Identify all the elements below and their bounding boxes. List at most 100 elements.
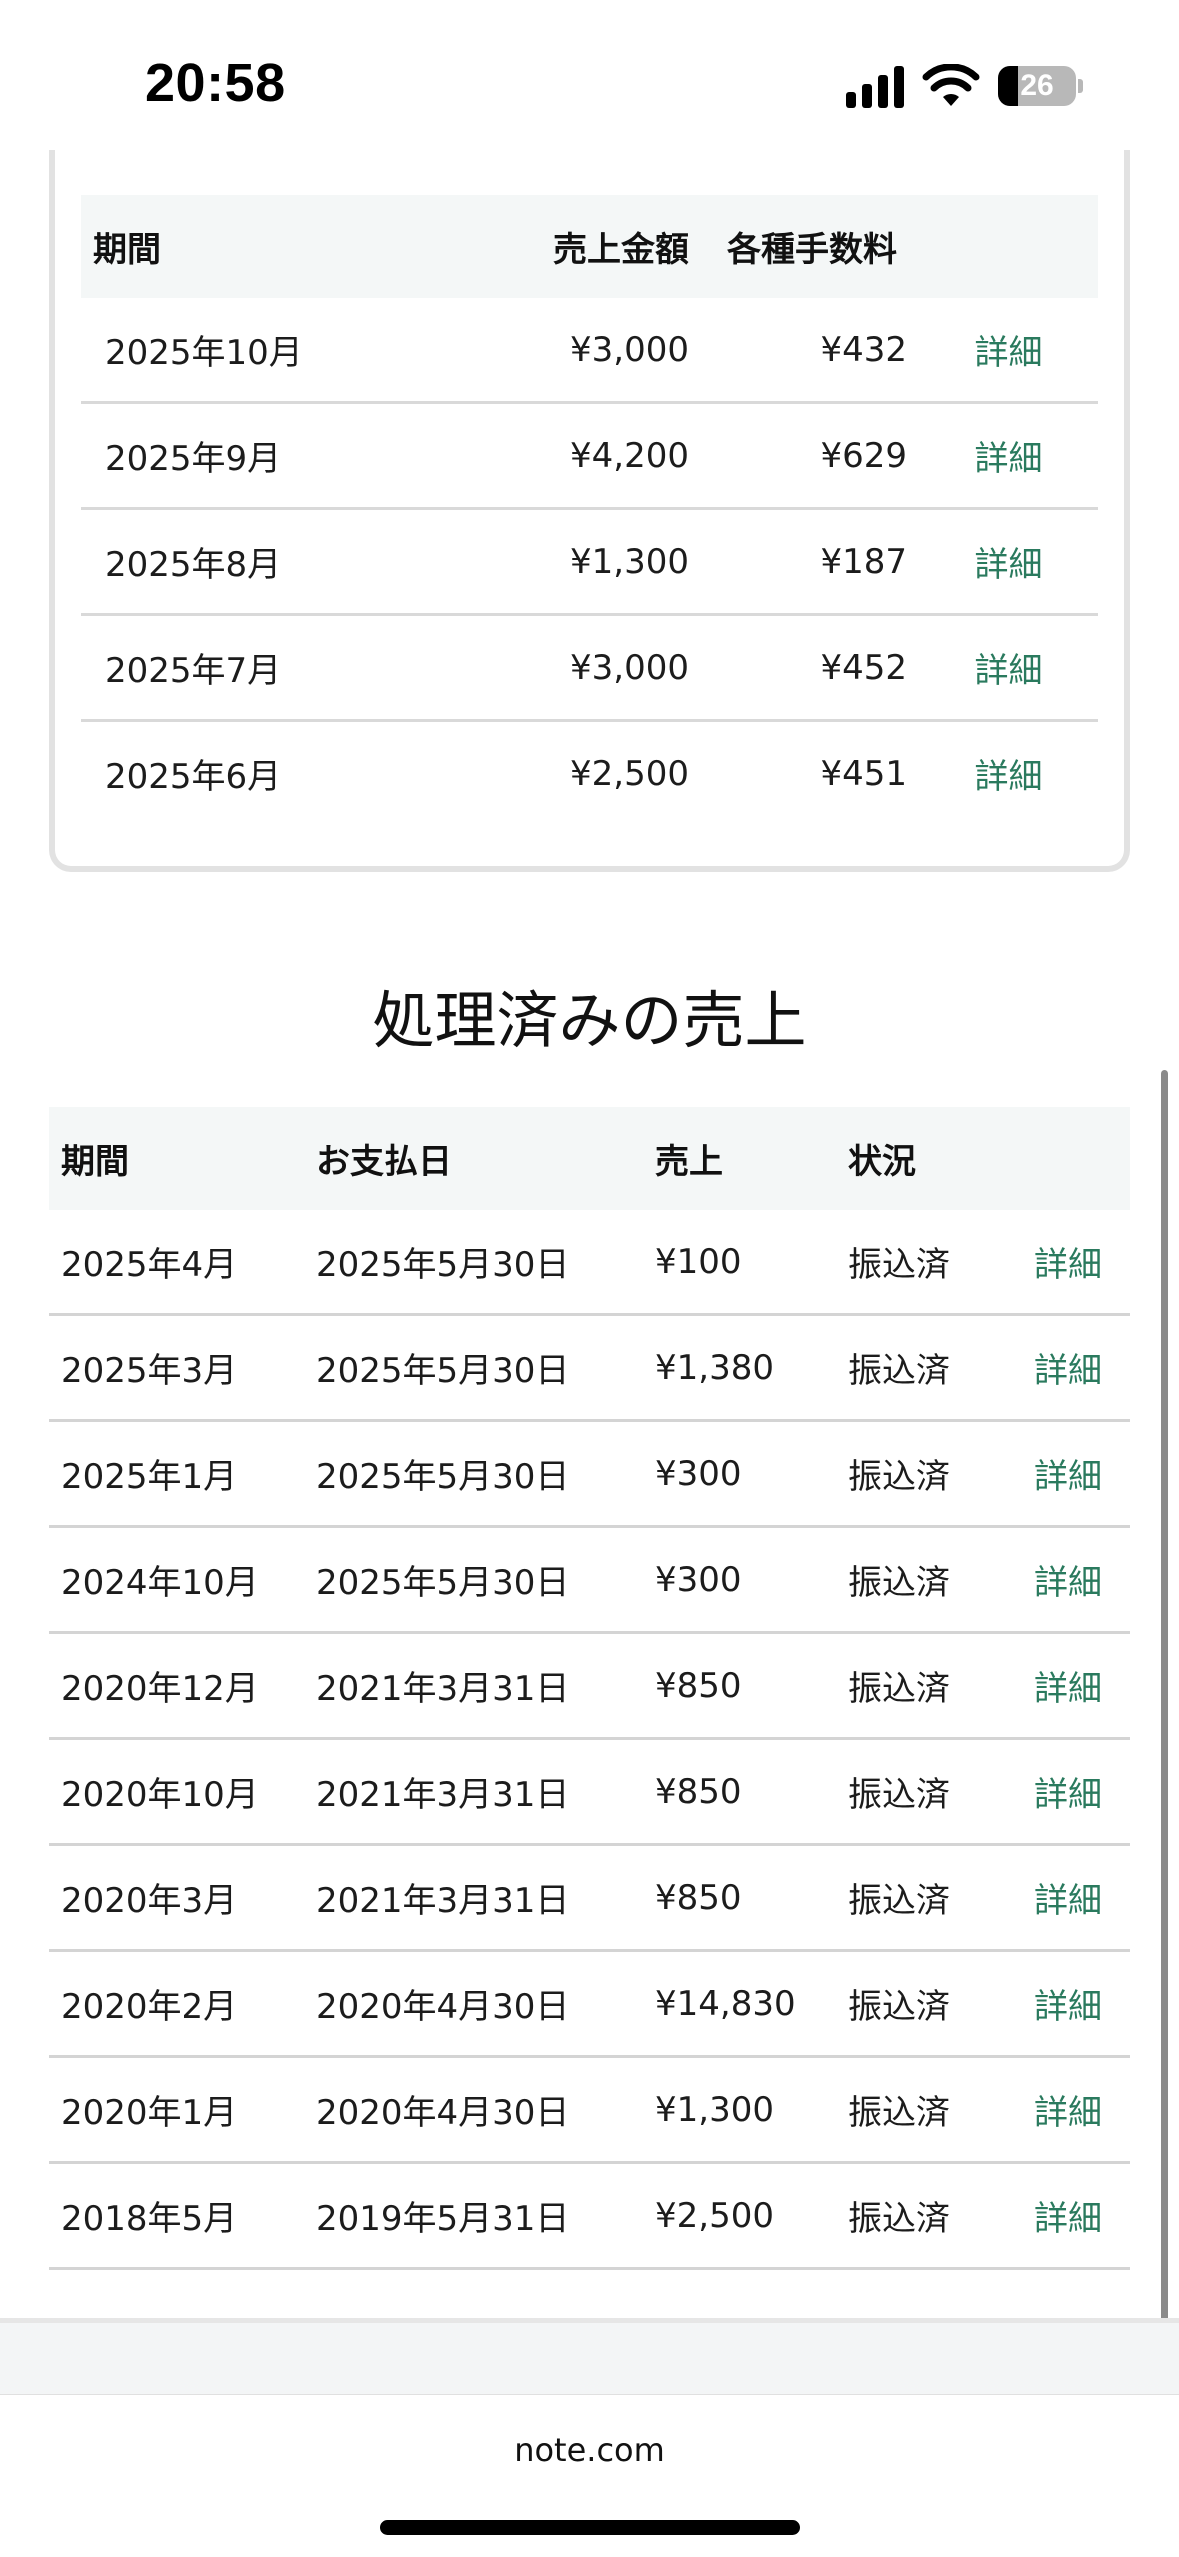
page-scrollbar[interactable] <box>1161 1070 1168 2360</box>
header-fees: 各種手数料 <box>701 195 919 298</box>
row-pay-date: 2020年4月30日 <box>316 1950 655 2058</box>
cellular-signal-icon <box>846 66 906 108</box>
row-amount: ¥4,200 <box>491 402 701 510</box>
row-sales: ¥850 <box>655 1738 848 1846</box>
battery-icon: 26 <box>998 66 1076 106</box>
detail-link[interactable]: 詳細 <box>1034 1987 1102 2027</box>
row-status: 振込済 <box>848 1844 1006 1952</box>
row-sales: ¥1,380 <box>655 1314 848 1422</box>
detail-link[interactable]: 詳細 <box>975 651 1043 691</box>
row-status: 振込済 <box>848 1210 1006 1316</box>
table-row: 2025年6月 ¥2,500 ¥451 詳細 <box>81 721 1098 826</box>
detail-link[interactable]: 詳細 <box>1034 1775 1102 1815</box>
row-status: 振込済 <box>848 1314 1006 1422</box>
detail-link[interactable]: 詳細 <box>1034 2199 1102 2239</box>
detail-link[interactable]: 詳細 <box>975 333 1043 373</box>
address-bar[interactable]: note.com <box>0 2431 1179 2469</box>
row-period: 2025年7月 <box>81 614 491 722</box>
table-row: 2024年10月 2025年5月30日 ¥300 振込済 詳細 <box>49 1526 1130 1634</box>
row-period: 2020年2月 <box>49 1950 316 2058</box>
row-period: 2018年5月 <box>49 2162 316 2270</box>
row-period: 2025年8月 <box>81 508 491 616</box>
header-amount: 売上金額 <box>491 195 701 298</box>
table-row: 2025年10月 ¥3,000 ¥432 詳細 <box>81 298 1098 404</box>
wifi-icon <box>922 64 980 106</box>
table-row: 2020年12月 2021年3月31日 ¥850 振込済 詳細 <box>49 1632 1130 1740</box>
row-pay-date: 2021年3月31日 <box>316 1738 655 1846</box>
row-sales: ¥850 <box>655 1844 848 1952</box>
detail-link[interactable]: 詳細 <box>975 757 1043 797</box>
row-pay-date: 2019年5月31日 <box>316 2162 655 2270</box>
table-row: 2020年2月 2020年4月30日 ¥14,830 振込済 詳細 <box>49 1950 1130 2058</box>
table-row: 2025年8月 ¥1,300 ¥187 詳細 <box>81 508 1098 616</box>
table-row: 2020年10月 2021年3月31日 ¥850 振込済 詳細 <box>49 1738 1130 1846</box>
row-period: 2020年10月 <box>49 1738 316 1846</box>
row-period: 2020年1月 <box>49 2056 316 2164</box>
row-status: 振込済 <box>848 1632 1006 1740</box>
row-sales: ¥1,300 <box>655 2056 848 2164</box>
battery-cap <box>1078 79 1083 93</box>
row-pay-date: 2020年4月30日 <box>316 2056 655 2164</box>
row-period: 2025年6月 <box>105 757 282 797</box>
detail-link[interactable]: 詳細 <box>1034 1457 1102 1497</box>
row-period: 2025年1月 <box>49 1420 316 1528</box>
row-status: 振込済 <box>848 2056 1006 2164</box>
row-period: 2025年3月 <box>49 1314 316 1422</box>
row-pay-date: 2025年5月30日 <box>316 1210 655 1316</box>
detail-link[interactable]: 詳細 <box>975 545 1043 585</box>
detail-link[interactable]: 詳細 <box>1034 2093 1102 2133</box>
browser-bottom-bar: note.com <box>0 2394 1179 2557</box>
detail-link[interactable]: 詳細 <box>1034 1881 1102 1921</box>
row-period: 2020年12月 <box>49 1632 316 1740</box>
row-status: 振込済 <box>848 1526 1006 1634</box>
header-period: 期間 <box>49 1107 316 1210</box>
row-sales: ¥300 <box>655 1526 848 1634</box>
table-row: 2025年3月 2025年5月30日 ¥1,380 振込済 詳細 <box>49 1314 1130 1422</box>
row-status: 振込済 <box>848 1950 1006 2058</box>
row-amount: ¥3,000 <box>491 298 701 404</box>
row-sales: ¥300 <box>655 1420 848 1528</box>
row-sales: ¥2,500 <box>655 2162 848 2270</box>
footer-band <box>0 2318 1179 2399</box>
row-sales: ¥14,830 <box>655 1950 848 2058</box>
row-period: 2025年9月 <box>81 402 491 510</box>
table-row: 2025年4月 2025年5月30日 ¥100 振込済 詳細 <box>49 1210 1130 1316</box>
battery-level: 26 <box>1020 69 1054 102</box>
row-period: 2025年10月 <box>81 298 491 404</box>
row-pay-date: 2025年5月30日 <box>316 1526 655 1634</box>
row-period: 2025年4月 <box>49 1210 316 1316</box>
table-row: 2025年9月 ¥4,200 ¥629 詳細 <box>81 402 1098 510</box>
detail-link[interactable]: 詳細 <box>1034 1669 1102 1709</box>
row-amount: ¥3,000 <box>491 614 701 722</box>
row-status: 振込済 <box>848 2162 1006 2270</box>
header-sales: 売上 <box>655 1107 848 1210</box>
detail-link[interactable]: 詳細 <box>1034 1245 1102 1285</box>
detail-link[interactable]: 詳細 <box>1034 1351 1102 1391</box>
table-row: 2018年5月 2019年5月31日 ¥2,500 振込済 詳細 <box>49 2162 1130 2270</box>
detail-link[interactable]: 詳細 <box>1034 1563 1102 1603</box>
row-pay-date: 2025年5月30日 <box>316 1420 655 1528</box>
status-time: 20:58 <box>145 53 286 113</box>
processed-sales-title: 処理済みの売上 <box>372 984 807 1057</box>
row-fees: ¥451 <box>820 753 907 794</box>
table-row: 2020年1月 2020年4月30日 ¥1,300 振込済 詳細 <box>49 2056 1130 2164</box>
row-pay-date: 2021年3月31日 <box>316 1844 655 1952</box>
header-period: 期間 <box>81 195 491 298</box>
table-header-row: 期間 お支払日 売上 状況 <box>49 1107 1130 1210</box>
detail-link[interactable]: 詳細 <box>975 439 1043 479</box>
row-fees: ¥629 <box>701 402 919 510</box>
table-header-row: 期間 売上金額 各種手数料 <box>81 195 1098 298</box>
row-pay-date: 2021年3月31日 <box>316 1632 655 1740</box>
row-sales: ¥850 <box>655 1632 848 1740</box>
home-indicator[interactable] <box>380 2520 800 2535</box>
header-detail <box>1006 1107 1130 1210</box>
row-sales: ¥100 <box>655 1210 848 1316</box>
table-row: 2025年1月 2025年5月30日 ¥300 振込済 詳細 <box>49 1420 1130 1528</box>
row-status: 振込済 <box>848 1420 1006 1528</box>
pending-sales-table: 期間 売上金額 各種手数料 2025年10月 ¥3,000 ¥432 詳細 20… <box>81 195 1098 825</box>
row-fees: ¥187 <box>701 508 919 616</box>
row-period: 2020年3月 <box>49 1844 316 1952</box>
header-detail <box>919 195 1098 298</box>
row-amount: ¥1,300 <box>491 508 701 616</box>
header-status: 状況 <box>848 1107 1006 1210</box>
